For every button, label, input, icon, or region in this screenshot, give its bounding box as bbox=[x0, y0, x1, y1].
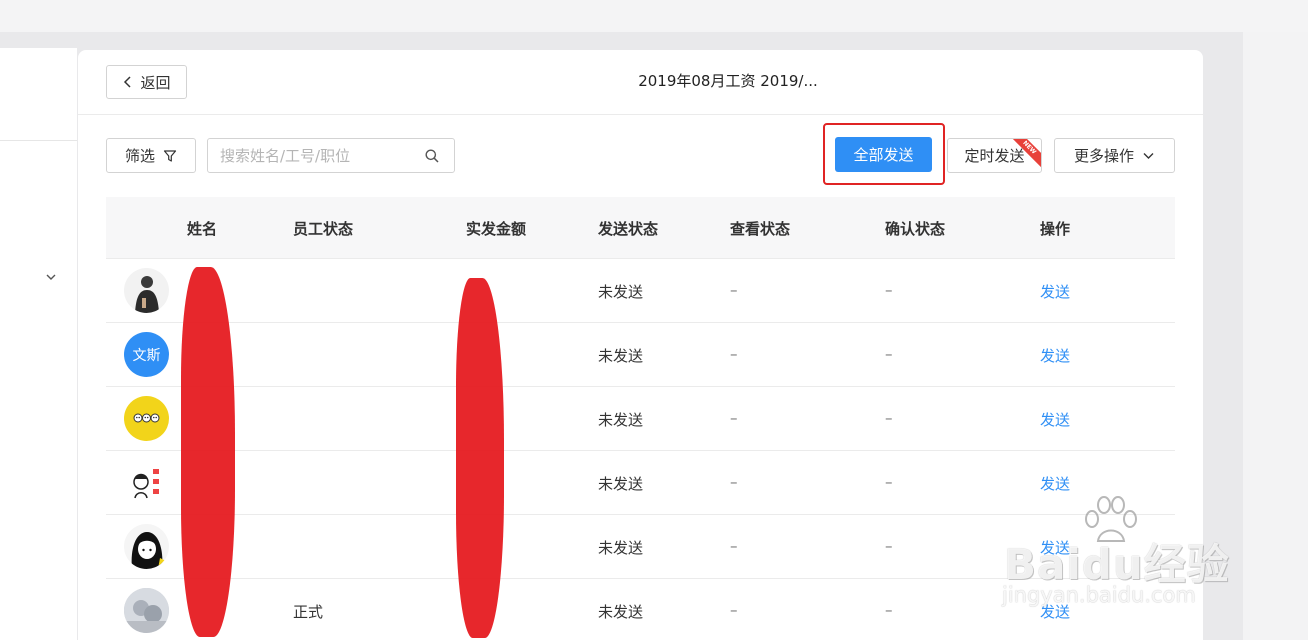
filter-label: 筛选 bbox=[124, 147, 155, 165]
table-row: 文斯 未发送 – – 发送 bbox=[106, 323, 1175, 387]
avatar bbox=[124, 396, 169, 441]
left-panel-divider bbox=[0, 140, 77, 141]
back-button[interactable]: 返回 bbox=[106, 65, 187, 99]
view-status: – bbox=[730, 601, 738, 619]
send-status: 未发送 bbox=[598, 411, 644, 429]
table-row: 未发送 – – 发送 bbox=[106, 387, 1175, 451]
column-confirm-status: 确认状态 bbox=[885, 220, 946, 238]
send-link[interactable]: 发送 bbox=[1040, 281, 1070, 302]
table-row: 未发送 – – 发送 bbox=[106, 451, 1175, 515]
column-employee-status: 员工状态 bbox=[293, 220, 354, 238]
chevron-left-icon bbox=[124, 76, 132, 88]
timed-send-button[interactable]: 定时发送 NEW bbox=[947, 138, 1042, 173]
table-row: 未发送 – – 发送 bbox=[106, 259, 1175, 323]
back-label: 返回 bbox=[140, 73, 171, 92]
send-link[interactable]: 发送 bbox=[1040, 409, 1070, 430]
send-status: 未发送 bbox=[598, 475, 644, 493]
avatar bbox=[124, 588, 169, 633]
salary-table: 姓名 员工状态 实发金额 发送状态 查看状态 确认状态 操作 未发送 – – 发… bbox=[106, 197, 1175, 640]
avatar bbox=[124, 460, 169, 505]
left-panel bbox=[0, 48, 77, 640]
top-strip bbox=[0, 0, 1308, 32]
filter-button[interactable]: 筛选 bbox=[106, 138, 196, 173]
send-link[interactable]: 发送 bbox=[1040, 537, 1070, 558]
person-photo-icon bbox=[124, 268, 169, 313]
send-link[interactable]: 发送 bbox=[1040, 473, 1070, 494]
table-header: 姓名 员工状态 实发金额 发送状态 查看状态 确认状态 操作 bbox=[106, 197, 1175, 259]
chevron-down-icon bbox=[1143, 153, 1154, 159]
cartoon-faces-icon bbox=[133, 413, 160, 423]
cartoon-girl-icon bbox=[124, 524, 169, 569]
payroll-card: 返回 2019年08月工资 2019/... 筛选 全部发送 定时发送 NEW … bbox=[78, 50, 1203, 640]
more-actions-button[interactable]: 更多操作 bbox=[1054, 138, 1175, 173]
send-status: 未发送 bbox=[598, 603, 644, 621]
view-status: – bbox=[730, 345, 738, 363]
employee-status: 正式 bbox=[293, 603, 324, 621]
column-send-status: 发送状态 bbox=[598, 220, 659, 238]
search-input[interactable] bbox=[220, 145, 420, 167]
confirm-status: – bbox=[885, 409, 893, 427]
view-status: – bbox=[730, 537, 738, 555]
confirm-status: – bbox=[885, 537, 893, 555]
send-link[interactable]: 发送 bbox=[1040, 601, 1070, 622]
column-action: 操作 bbox=[1040, 220, 1071, 238]
avatar bbox=[124, 268, 169, 313]
page-title: 2019年08月工资 2019/... bbox=[638, 72, 818, 90]
search-box bbox=[207, 138, 455, 173]
table-row: 正式 未发送 – – 发送 bbox=[106, 579, 1175, 640]
send-all-button[interactable]: 全部发送 bbox=[835, 137, 932, 172]
more-actions-label: 更多操作 bbox=[1073, 147, 1134, 165]
column-net-pay: 实发金额 bbox=[466, 220, 527, 238]
view-status: – bbox=[730, 409, 738, 427]
name-redaction bbox=[181, 267, 235, 637]
send-status: 未发送 bbox=[598, 539, 644, 557]
cartoon-sketch-icon bbox=[133, 469, 159, 499]
column-name: 姓名 bbox=[187, 220, 218, 238]
confirm-status: – bbox=[885, 601, 893, 619]
confirm-status: – bbox=[885, 281, 893, 299]
amount-redaction bbox=[456, 278, 504, 638]
timed-send-label: 定时发送 bbox=[964, 147, 1025, 165]
header-divider bbox=[78, 114, 1203, 115]
confirm-status: – bbox=[885, 345, 893, 363]
funnel-icon bbox=[163, 149, 177, 162]
avatar bbox=[124, 524, 169, 569]
view-status: – bbox=[730, 281, 738, 299]
confirm-status: – bbox=[885, 473, 893, 491]
send-status: 未发送 bbox=[598, 283, 644, 301]
send-status: 未发送 bbox=[598, 347, 644, 365]
column-view-status: 查看状态 bbox=[730, 220, 791, 238]
search-icon[interactable] bbox=[424, 148, 440, 164]
view-status: – bbox=[730, 473, 738, 491]
table-row: 未发送 – – 发送 bbox=[106, 515, 1175, 579]
landscape-photo-icon bbox=[124, 588, 169, 633]
chevron-down-icon[interactable] bbox=[44, 270, 58, 284]
send-link[interactable]: 发送 bbox=[1040, 345, 1070, 366]
avatar: 文斯 bbox=[124, 332, 169, 377]
